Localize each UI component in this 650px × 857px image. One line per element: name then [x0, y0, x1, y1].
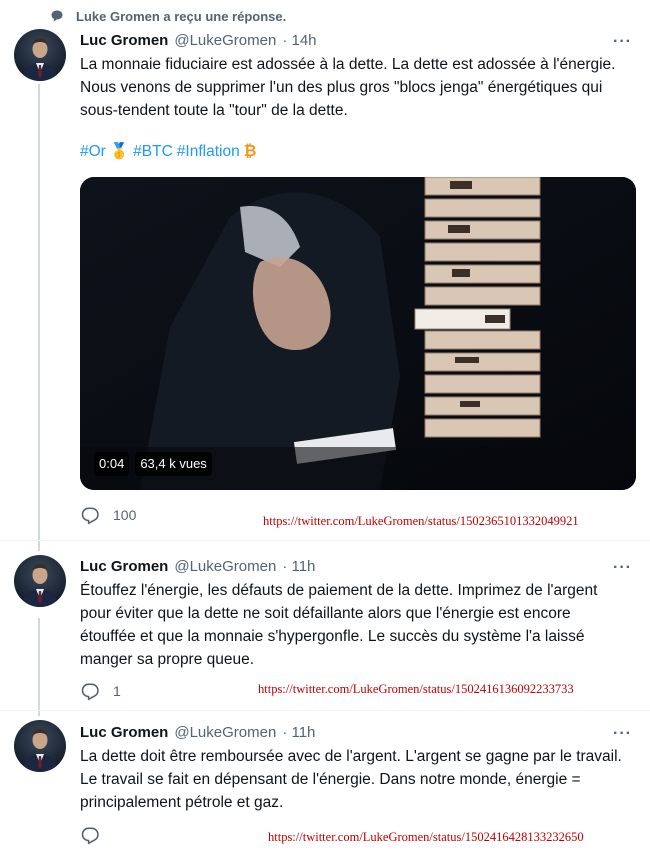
avatar[interactable] [14, 720, 66, 772]
timestamp[interactable]: · 11h [282, 724, 315, 741]
reply-icon [81, 683, 99, 701]
video-badge: 0:04 63,4 k vues [94, 452, 212, 476]
video-views: 63,4 k vues [135, 452, 212, 476]
video-frame [80, 177, 636, 490]
hashtag-btc[interactable]: #BTC [133, 143, 173, 161]
gold-medal-icon: 🥇 [109, 143, 130, 160]
tweet-2[interactable]: Luc Gromen @LukeGromen · 11h ··· Étouffe… [0, 540, 650, 710]
author-name[interactable]: Luc Gromen [80, 724, 168, 741]
more-icon[interactable]: ··· [613, 726, 632, 742]
reply-button[interactable]: 100 [80, 505, 136, 525]
tweet-1[interactable]: Luc Gromen @LukeGromen · 14h ··· La monn… [0, 0, 650, 540]
reply-icon [81, 507, 99, 525]
reply-count: 1 [113, 683, 121, 699]
hashtag-inflation[interactable]: #Inflation [177, 143, 240, 161]
reply-count: 100 [113, 507, 137, 523]
author-name[interactable]: Luc Gromen [80, 558, 168, 575]
tweet-url: https://twitter.com/LukeGromen/status/15… [258, 682, 574, 696]
author-handle[interactable]: @LukeGromen [174, 558, 276, 575]
reply-button[interactable] [80, 825, 113, 845]
more-icon[interactable]: ··· [613, 560, 632, 576]
timestamp[interactable]: · 14h [282, 32, 316, 49]
video-player[interactable]: 0:04 63,4 k vues [80, 177, 636, 490]
hashtag-or[interactable]: #Or [80, 143, 106, 161]
author-name[interactable]: Luc Gromen [80, 32, 168, 49]
tweet-text: Étouffez l'énergie, les défauts de paiem… [80, 582, 598, 668]
reply-button[interactable]: 1 [80, 681, 121, 701]
tweet-text: La dette doit être remboursée avec de l'… [80, 748, 622, 811]
avatar[interactable] [14, 555, 66, 607]
tweet-text: La monnaie fiduciaire est adossée à la d… [80, 56, 616, 119]
tweet-url: https://twitter.com/LukeGromen/status/15… [263, 514, 579, 528]
author-handle[interactable]: @LukeGromen [174, 724, 276, 741]
hashtag-row: #Or 🥇 #BTC #Inflation ₿ [80, 142, 256, 161]
bitcoin-icon: ₿ [243, 142, 257, 160]
tweet-url: https://twitter.com/LukeGromen/status/15… [268, 830, 584, 844]
reply-icon [81, 827, 99, 845]
video-time: 0:04 [94, 452, 130, 476]
more-icon[interactable]: ··· [613, 34, 632, 50]
avatar[interactable] [14, 29, 66, 81]
timestamp[interactable]: · 11h [282, 558, 315, 575]
tweet-3[interactable]: Luc Gromen @LukeGromen · 11h ··· La dett… [0, 710, 650, 857]
author-handle[interactable]: @LukeGromen [174, 32, 276, 49]
